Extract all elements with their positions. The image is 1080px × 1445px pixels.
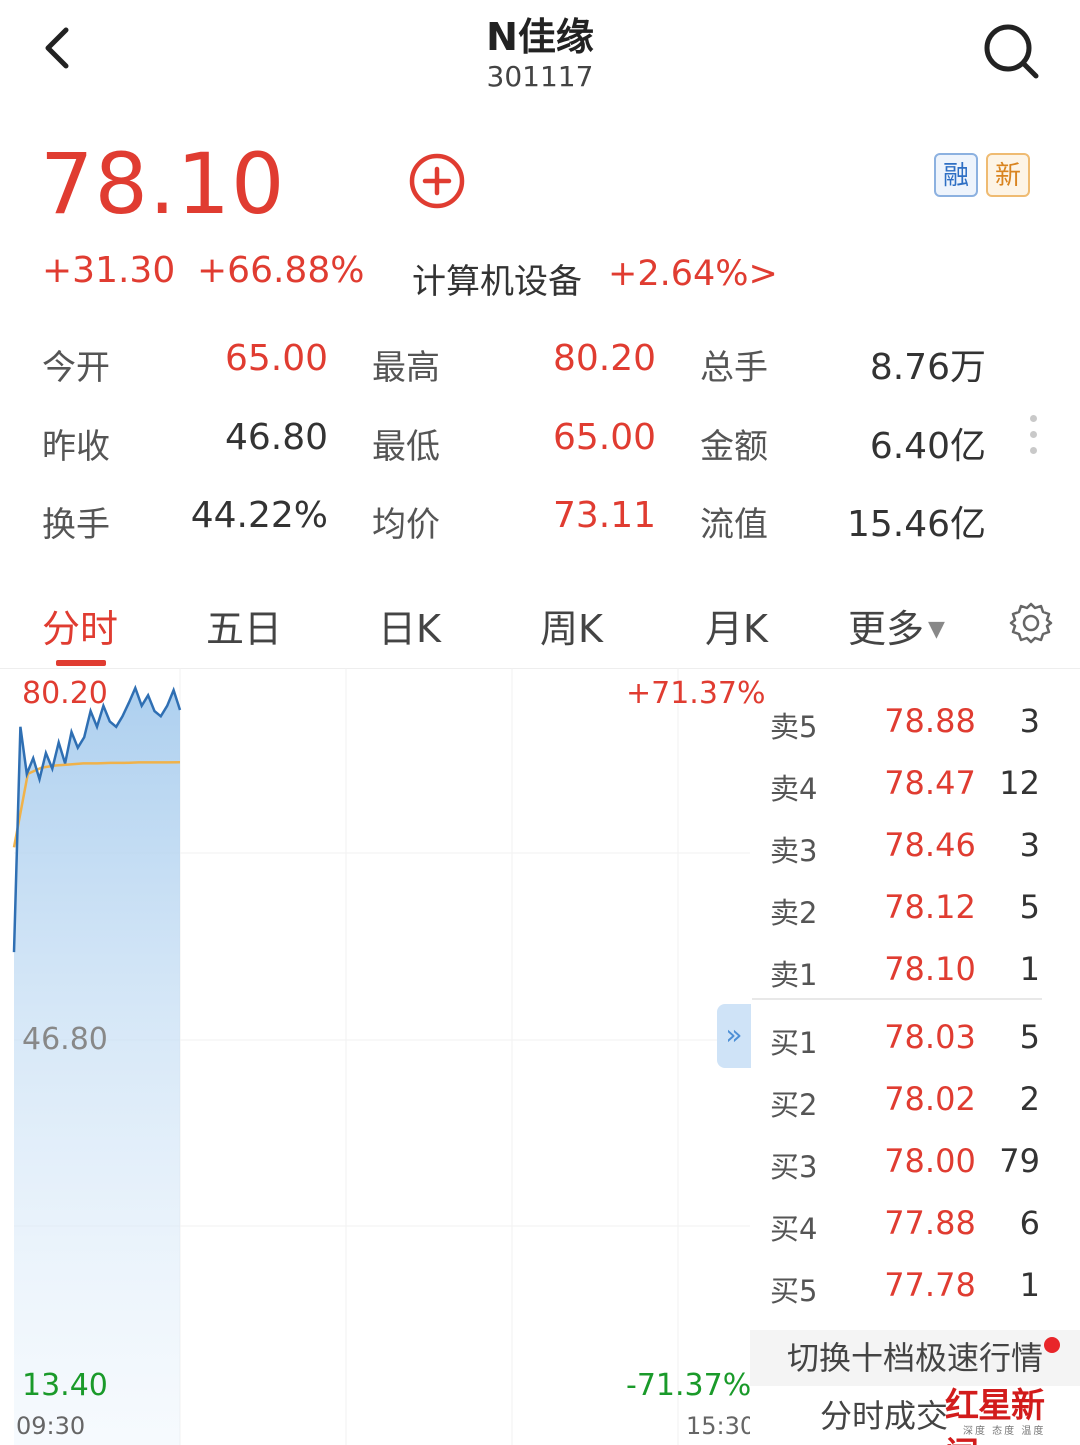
media-watermark-logo: 红星新闻 深度 态度 温度 [945, 1378, 1075, 1445]
stat-label: 流值 [700, 505, 768, 545]
sell-order-row[interactable]: 卖5 78.88 3 [750, 690, 1080, 750]
stat-value: 65.00 [224, 338, 328, 379]
new-stock-badge: 新 [986, 153, 1030, 197]
sector-link[interactable]: 计算机设备 [412, 254, 582, 303]
tab-daily-k[interactable]: 日K [378, 598, 441, 653]
order-volume: 5 [1019, 1018, 1040, 1056]
order-volume: 12 [999, 764, 1040, 802]
tab-five-day[interactable]: 五日 [206, 598, 282, 653]
y-axis-prev-close-label: 46.80 [22, 1022, 108, 1057]
stock-name: N佳缘 [486, 15, 594, 59]
buy-order-row[interactable]: 买2 78.02 2 [750, 1068, 1080, 1128]
top-bar: N佳缘 301117 [0, 0, 1080, 108]
order-price: 78.02 [884, 1080, 976, 1118]
buy-order-row[interactable]: 买3 78.00 79 [750, 1130, 1080, 1190]
sell-order-row[interactable]: 卖2 78.12 5 [750, 876, 1080, 936]
stock-code: 301117 [486, 60, 594, 93]
order-price: 78.46 [884, 826, 976, 864]
tab-intraday[interactable]: 分时 [42, 598, 118, 653]
order-price: 78.10 [884, 950, 976, 988]
buy-order-row[interactable]: 买5 77.78 1 [750, 1254, 1080, 1314]
tab-weekly-k[interactable]: 周K [540, 598, 603, 653]
change-percent: +66.88% [197, 250, 365, 291]
order-label: 卖5 [770, 710, 818, 744]
margin-badge: 融 [934, 153, 978, 197]
order-label: 卖3 [770, 834, 818, 868]
order-price: 78.12 [884, 888, 976, 926]
pct-high-label: +71.37% [626, 676, 766, 711]
gear-icon[interactable] [1008, 600, 1054, 646]
order-label: 买2 [770, 1088, 818, 1122]
stat-label: 换手 [42, 505, 110, 545]
order-price: 78.03 [884, 1018, 976, 1056]
sell-order-row[interactable]: 卖1 78.10 1 [750, 938, 1080, 998]
order-volume: 6 [1019, 1204, 1040, 1242]
watermark-tagline: 深度 态度 温度 [963, 1426, 1046, 1437]
order-volume: 3 [1019, 826, 1040, 864]
stat-value: 80.20 [552, 338, 656, 379]
caret-down-icon: ▼ [928, 617, 945, 642]
time-end-label: 15:30 [686, 1412, 756, 1440]
order-volume: 79 [999, 1142, 1040, 1180]
search-icon[interactable] [978, 18, 1044, 84]
order-price: 78.47 [884, 764, 976, 802]
stat-value: 8.76万 [869, 347, 986, 388]
change-amount: +31.30 [42, 250, 176, 291]
order-price: 78.00 [884, 1142, 976, 1180]
order-label: 买5 [770, 1274, 818, 1308]
order-label: 买3 [770, 1150, 818, 1184]
stat-label: 金额 [700, 427, 768, 467]
stat-value: 46.80 [224, 417, 328, 458]
order-label: 卖2 [770, 896, 818, 930]
intraday-chart[interactable]: 80.20 46.80 13.40 +71.37% -71.37% 09:30 … [0, 668, 766, 1445]
more-options-icon[interactable] [1023, 415, 1043, 465]
order-label: 买1 [770, 1026, 818, 1060]
stat-value: 44.22% [190, 495, 328, 536]
stat-value: 15.46亿 [846, 504, 986, 545]
stat-value: 73.11 [552, 495, 656, 536]
order-volume: 2 [1019, 1080, 1040, 1118]
active-tab-indicator [56, 660, 106, 666]
stat-label: 最低 [372, 427, 440, 467]
order-volume: 3 [1019, 702, 1040, 740]
buy-order-row[interactable]: 买4 77.88 6 [750, 1192, 1080, 1252]
intraday-chart-svg [12, 668, 750, 1445]
buy-order-row[interactable]: 买1 78.03 5 [750, 1006, 1080, 1066]
order-price: 77.78 [884, 1266, 976, 1304]
notification-dot [1044, 1337, 1060, 1353]
order-book-divider [752, 998, 1042, 1000]
y-axis-low-label: 13.40 [22, 1368, 108, 1403]
collapse-panel-button[interactable]: » [717, 1004, 751, 1068]
order-volume: 1 [1019, 950, 1040, 988]
order-price: 77.88 [884, 1204, 976, 1242]
stat-label: 今开 [42, 348, 110, 388]
pct-low-label: -71.37% [626, 1368, 752, 1403]
order-label: 卖1 [770, 958, 818, 992]
tab-more-label: 更多 [848, 607, 925, 651]
stat-label: 昨收 [42, 427, 110, 467]
sector-change[interactable]: +2.64%> [608, 254, 778, 294]
stat-label: 均价 [372, 505, 440, 545]
time-start-label: 09:30 [16, 1412, 86, 1440]
price-area-fill [14, 688, 180, 1445]
stat-value: 6.40亿 [869, 426, 986, 467]
stat-label: 最高 [372, 348, 440, 388]
current-price: 78.10 [40, 135, 286, 233]
tab-monthly-k[interactable]: 月K [705, 598, 768, 653]
order-volume: 5 [1019, 888, 1040, 926]
stat-value: 65.00 [552, 417, 656, 458]
order-label: 卖4 [770, 772, 818, 806]
stat-label: 总手 [700, 348, 768, 388]
sell-order-row[interactable]: 卖3 78.46 3 [750, 814, 1080, 874]
sell-order-row[interactable]: 卖4 78.47 12 [750, 752, 1080, 812]
y-axis-high-label: 80.20 [22, 676, 108, 711]
order-price: 78.88 [884, 702, 976, 740]
order-volume: 1 [1019, 1266, 1040, 1304]
order-label: 买4 [770, 1212, 818, 1246]
tab-more[interactable]: 更多 ▼ [848, 598, 945, 653]
add-watchlist-icon[interactable] [408, 152, 466, 210]
